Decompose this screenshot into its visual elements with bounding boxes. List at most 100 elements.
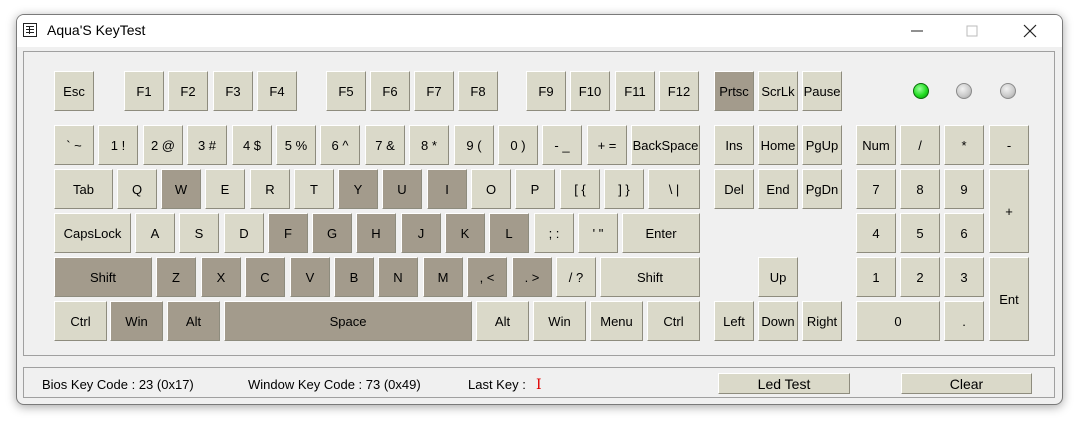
key-t[interactable]: T (294, 169, 334, 209)
key-esc[interactable]: Esc (54, 71, 94, 111)
key-f11[interactable]: F11 (615, 71, 655, 111)
key-end[interactable]: End (758, 169, 798, 209)
key-left-ctrl[interactable]: Ctrl (54, 301, 107, 341)
key-1[interactable]: 1 ! (98, 125, 138, 165)
key-numlock[interactable]: Num (856, 125, 896, 165)
key-enter[interactable]: Enter (622, 213, 700, 253)
key-f6[interactable]: F6 (370, 71, 410, 111)
key-down[interactable]: Down (758, 301, 798, 341)
key-f7[interactable]: F7 (414, 71, 454, 111)
title-bar[interactable]: Aqua'S KeyTest (17, 15, 1062, 47)
key-u[interactable]: U (382, 169, 422, 209)
key-left[interactable]: Left (714, 301, 754, 341)
key-r[interactable]: R (250, 169, 290, 209)
key-f1[interactable]: F1 (124, 71, 164, 111)
key-o[interactable]: O (471, 169, 511, 209)
key-8[interactable]: 8 * (409, 125, 449, 165)
key-capslock[interactable]: CapsLock (54, 213, 131, 253)
key-numpad-1[interactable]: 1 (856, 257, 896, 297)
key-4[interactable]: 4 $ (232, 125, 272, 165)
key-period[interactable]: . > (512, 257, 552, 297)
key-numpad-minus[interactable]: - (989, 125, 1029, 165)
key-numpad-8[interactable]: 8 (900, 169, 940, 209)
key-b[interactable]: B (334, 257, 374, 297)
key-z[interactable]: Z (156, 257, 196, 297)
key-right-alt[interactable]: Alt (476, 301, 529, 341)
clear-button[interactable]: Clear (901, 373, 1032, 394)
key-numpad-dot[interactable]: . (944, 301, 984, 341)
key-i[interactable]: I (427, 169, 467, 209)
key-s[interactable]: S (179, 213, 219, 253)
key-del[interactable]: Del (714, 169, 754, 209)
key-a[interactable]: A (135, 213, 175, 253)
key-numpad-star[interactable]: * (944, 125, 984, 165)
key-menu[interactable]: Menu (590, 301, 643, 341)
key-semicolon[interactable]: ; : (534, 213, 574, 253)
key-y[interactable]: Y (338, 169, 378, 209)
key-p[interactable]: P (515, 169, 555, 209)
key-l[interactable]: L (489, 213, 529, 253)
key-space[interactable]: Space (224, 301, 472, 341)
maximize-button[interactable] (949, 15, 995, 47)
key-n[interactable]: N (378, 257, 418, 297)
key-right-ctrl[interactable]: Ctrl (647, 301, 700, 341)
key-pgdn[interactable]: PgDn (802, 169, 842, 209)
key-f9[interactable]: F9 (526, 71, 566, 111)
key-numpad-plus[interactable]: + (989, 169, 1029, 253)
key-2[interactable]: 2 @ (143, 125, 183, 165)
key-x[interactable]: X (201, 257, 241, 297)
key-right-bracket[interactable]: ] } (604, 169, 644, 209)
key-minus[interactable]: - _ (542, 125, 582, 165)
key-0[interactable]: 0 ) (498, 125, 538, 165)
key-j[interactable]: J (401, 213, 441, 253)
key-q[interactable]: Q (117, 169, 157, 209)
keyboard-app-icon[interactable] (23, 23, 37, 37)
key-numpad-3[interactable]: 3 (944, 257, 984, 297)
key-f12[interactable]: F12 (659, 71, 699, 111)
led-test-button[interactable]: Led Test (718, 373, 850, 394)
key-up[interactable]: Up (758, 257, 798, 297)
key-tab[interactable]: Tab (54, 169, 113, 209)
key-w[interactable]: W (161, 169, 201, 209)
key-prtsc[interactable]: Prtsc (714, 71, 754, 111)
key-ins[interactable]: Ins (714, 125, 754, 165)
key-f5[interactable]: F5 (326, 71, 366, 111)
key-left-alt[interactable]: Alt (167, 301, 220, 341)
key-quote[interactable]: ' " (578, 213, 618, 253)
key-pgup[interactable]: PgUp (802, 125, 842, 165)
key-9[interactable]: 9 ( (454, 125, 494, 165)
key-left-shift[interactable]: Shift (54, 257, 152, 297)
key-d[interactable]: D (224, 213, 264, 253)
key-comma[interactable]: , < (467, 257, 507, 297)
key-f3[interactable]: F3 (213, 71, 253, 111)
key-g[interactable]: G (312, 213, 352, 253)
key-right-win[interactable]: Win (533, 301, 586, 341)
key-left-win[interactable]: Win (110, 301, 163, 341)
key-left-bracket[interactable]: [ { (560, 169, 600, 209)
key-f4[interactable]: F4 (257, 71, 297, 111)
key-c[interactable]: C (245, 257, 285, 297)
key-k[interactable]: K (445, 213, 485, 253)
key-equals[interactable]: + = (587, 125, 627, 165)
key-h[interactable]: H (356, 213, 396, 253)
key-numpad-0[interactable]: 0 (856, 301, 940, 341)
key-numpad-6[interactable]: 6 (944, 213, 984, 253)
key-numpad-enter[interactable]: Ent (989, 257, 1029, 341)
key-e[interactable]: E (205, 169, 245, 209)
key-7[interactable]: 7 & (365, 125, 405, 165)
key-5[interactable]: 5 % (276, 125, 316, 165)
key-right-shift[interactable]: Shift (600, 257, 700, 297)
key-3[interactable]: 3 # (187, 125, 227, 165)
key-right[interactable]: Right (802, 301, 842, 341)
key-backtick[interactable]: ` ~ (54, 125, 94, 165)
key-pause[interactable]: Pause (802, 71, 842, 111)
key-numpad-4[interactable]: 4 (856, 213, 896, 253)
key-numpad-slash[interactable]: / (900, 125, 940, 165)
key-v[interactable]: V (290, 257, 330, 297)
key-scrlk[interactable]: ScrLk (758, 71, 798, 111)
minimize-button[interactable] (894, 15, 940, 47)
key-numpad-5[interactable]: 5 (900, 213, 940, 253)
key-6[interactable]: 6 ^ (320, 125, 360, 165)
key-home[interactable]: Home (758, 125, 798, 165)
key-f2[interactable]: F2 (168, 71, 208, 111)
